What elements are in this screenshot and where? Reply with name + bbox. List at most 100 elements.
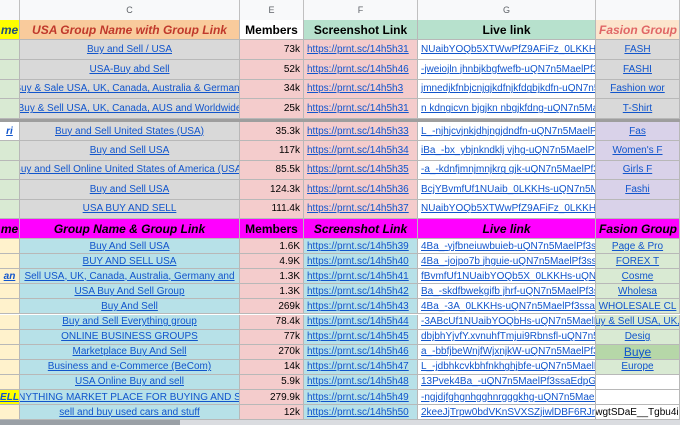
row-label-cell[interactable]: an (0, 269, 20, 285)
live-link[interactable]: 4Ba_-3A_0LKKHs-uQN7n5MaelPf3ssaEdpGTt (418, 299, 596, 315)
header3-cell-live-link[interactable]: Live link (418, 219, 596, 239)
live-link[interactable]: BcjYBvmfUf1NUaib_0LKKHs-uQN7n5MaelPf3ssa (418, 180, 596, 200)
members-cell[interactable]: 117k (240, 141, 304, 161)
screenshot-link[interactable]: https://prnt.sc/14h5h33 (304, 122, 418, 142)
column-header-f[interactable]: F (304, 0, 418, 20)
members-cell[interactable]: 124.3k (240, 180, 304, 200)
members-cell[interactable]: 77k (240, 329, 304, 345)
screenshot-link[interactable]: https://prnt.sc/14h5h34 (304, 141, 418, 161)
members-cell[interactable]: 85.5k (240, 160, 304, 181)
group-name-link[interactable]: USA Buy And Sell Group (20, 284, 240, 300)
screenshot-link[interactable]: https://prnt.sc/14h5h35 (304, 160, 418, 181)
row-label-cell[interactable] (0, 40, 20, 60)
group-name-link[interactable]: USA-Buy abd Sell (20, 59, 240, 80)
fashion-group-link[interactable]: FASH (596, 40, 680, 60)
group-name-link[interactable]: Buy and Sell USA (20, 141, 240, 161)
members-cell[interactable]: 1.6K (240, 239, 304, 255)
group-name-link[interactable]: BUY AND SELL USA (20, 254, 240, 270)
row-label-cell[interactable] (0, 254, 20, 270)
live-link[interactable]: a_-bbfjbeWnjfWjxnjkW-uQN7n5MaelPf3ssaE (418, 344, 596, 360)
column-header-c[interactable]: C (20, 0, 240, 20)
row-label-cell[interactable] (0, 79, 20, 100)
header-cell-a[interactable]: me (0, 20, 20, 40)
live-link[interactable]: 13Pvek4Ba_-uQN7n5MaelPf3ssaEdpGTt (418, 374, 596, 390)
group-name-link[interactable]: Buy and Sell / USA (20, 40, 240, 60)
live-link[interactable]: L_-jdbhkcvkbhfnkhghjbfe-uQN7n5MaelPf3ssa (418, 359, 596, 375)
live-link[interactable]: L_-njhjcvjnkjdhjngjdndfn-uQN7n5MaelPf3ss (418, 122, 596, 142)
group-name-link[interactable]: Buy And Sell (20, 299, 240, 315)
fashion-group-link[interactable]: uy & Sell USA, UK, (596, 314, 680, 330)
fashion-group-link[interactable]: FASHI (596, 59, 680, 80)
members-cell[interactable]: 34k (240, 79, 304, 100)
screenshot-link[interactable]: https://prnt.sc/14h5h3 (304, 79, 418, 100)
fashion-group-link[interactable]: Buye (596, 344, 680, 360)
fashion-group-link[interactable]: Fashi (596, 180, 680, 200)
header-cell-group-name[interactable]: USA Group Name with Group Link (20, 20, 240, 40)
row-label-cell[interactable] (0, 180, 20, 200)
horizontal-scrollbar[interactable] (0, 420, 680, 425)
fashion-group-link[interactable]: T-Shirt (596, 99, 680, 120)
members-cell[interactable]: 78.4k (240, 314, 304, 330)
live-link[interactable]: NUaibYOQb5XTWwPfZ9AFiFz_0LKKHs-u (418, 40, 596, 60)
group-name-link[interactable]: Buy and Sell Online United States of Ame… (20, 160, 240, 181)
screenshot-link[interactable]: https://prnt.sc/14h5h39 (304, 239, 418, 255)
screenshot-link[interactable]: https://prnt.sc/14h5h43 (304, 299, 418, 315)
screenshot-link[interactable]: https://prnt.sc/14h5h31 (304, 40, 418, 60)
row-label-cell[interactable] (0, 160, 20, 181)
fashion-group-link[interactable]: Women's F (596, 141, 680, 161)
screenshot-link[interactable]: https://prnt.sc/14h5h45 (304, 329, 418, 345)
row-label-cell[interactable] (0, 314, 20, 330)
row-label-cell[interactable] (0, 141, 20, 161)
fashion-group-link[interactable]: WHOLESALE CL (596, 299, 680, 315)
screenshot-link[interactable]: https://prnt.sc/14h5h50 (304, 405, 418, 421)
members-cell[interactable]: 269k (240, 299, 304, 315)
members-cell[interactable]: 1.3K (240, 284, 304, 300)
header-cell-fashion-group[interactable]: Fasion Group N (596, 20, 680, 40)
fashion-group-link[interactable]: Wholesa (596, 284, 680, 300)
fashion-group-link[interactable]: Fas (596, 122, 680, 142)
live-link[interactable]: -3ABcUf1NUaibYOQbHs-uQN7n5MaelPf3ssaEd (418, 314, 596, 330)
live-link[interactable]: 4Ba_-yjfbneiuwbuieb-uQN7n5MaelPf3ssaEd (418, 239, 596, 255)
row-label-cell[interactable] (0, 284, 20, 300)
row-label-cell[interactable] (0, 405, 20, 421)
members-cell[interactable]: 111.4k (240, 199, 304, 219)
group-name-link[interactable]: USA Online Buy and sell (20, 374, 240, 390)
live-link[interactable]: -ngjdjfghgnhgghnrgggkhg-uQN7n5MaelPf3ssa… (418, 390, 596, 406)
header3-cell-screenshot[interactable]: Screenshot Link (304, 219, 418, 239)
column-header-g[interactable]: G (418, 0, 596, 20)
row-label-cell[interactable] (0, 99, 20, 120)
header3-cell-a[interactable]: me (0, 219, 20, 239)
live-link[interactable]: iBa_-bx_ybjnkndklj vjhg-uQN7n5MaelPf3ssa (418, 141, 596, 161)
fashion-group-link[interactable] (596, 374, 680, 390)
group-name-link[interactable]: Sell USA, UK, Canada, Australia, Germany… (20, 269, 240, 285)
fashion-group-link[interactable]: Europe (596, 359, 680, 375)
screenshot-link[interactable]: https://prnt.sc/14h5h37 (304, 199, 418, 219)
live-link[interactable]: jmnedjkfnbjcnjgjkdfnjkfdgbjkdfn-uQN7n5Ma… (418, 79, 596, 100)
screenshot-link[interactable]: https://prnt.sc/14h5h47 (304, 359, 418, 375)
screenshot-link[interactable]: https://prnt.sc/14h5h41 (304, 269, 418, 285)
group-name-link[interactable]: Buy & Sell USA, UK, Canada, AUS and Worl… (20, 99, 240, 120)
live-link[interactable]: -a_-kdnfjmnjmnjkrg gjk-uQN7n5MaelPf3ssa (418, 160, 596, 181)
column-header-blank[interactable] (0, 0, 20, 20)
members-cell[interactable]: 4.9K (240, 254, 304, 270)
members-cell[interactable]: 270k (240, 344, 304, 360)
live-link[interactable]: 4Ba_-jojpo7b jhguie-uQN7n5MaelPf3ssaEd (418, 254, 596, 270)
live-link[interactable]: NUaibYOQb5XTWwPfZ9AFiFz_0LKKHs-uQN7n5Mae… (418, 199, 596, 219)
header-cell-live-link[interactable]: Live link (418, 20, 596, 40)
fashion-group-link[interactable]: Girls F (596, 160, 680, 181)
fashion-group-link[interactable]: WwgtSDaE__Tgbu4irC (596, 405, 680, 421)
fashion-group-link[interactable] (596, 199, 680, 219)
group-name-link[interactable]: USA BUY AND SELL (20, 199, 240, 219)
column-header-blank-right[interactable] (596, 0, 680, 20)
live-link[interactable]: -jweiojln jhnbjkbgfwefb-uQN7n5MaelPf3ss (418, 59, 596, 80)
live-link[interactable]: Ba_-skdfbwekgifb jhrf-uQN7n5MaelPf3ssaEd (418, 284, 596, 300)
screenshot-link[interactable]: https://prnt.sc/14h5h42 (304, 284, 418, 300)
members-cell[interactable]: 25k (240, 99, 304, 120)
fashion-group-link[interactable]: Cosme (596, 269, 680, 285)
live-link[interactable]: fBvmfUf1NUaibYOQb5X_0LKKHs-uQN7n5Mael (418, 269, 596, 285)
screenshot-link[interactable]: https://prnt.sc/14h5h31 (304, 99, 418, 120)
members-cell[interactable]: 279.9k (240, 390, 304, 406)
group-name-link[interactable]: Buy And Sell USA (20, 239, 240, 255)
header3-cell-fashion-group[interactable]: Fasion Group N (596, 219, 680, 239)
header-cell-members[interactable]: Members (240, 20, 304, 40)
